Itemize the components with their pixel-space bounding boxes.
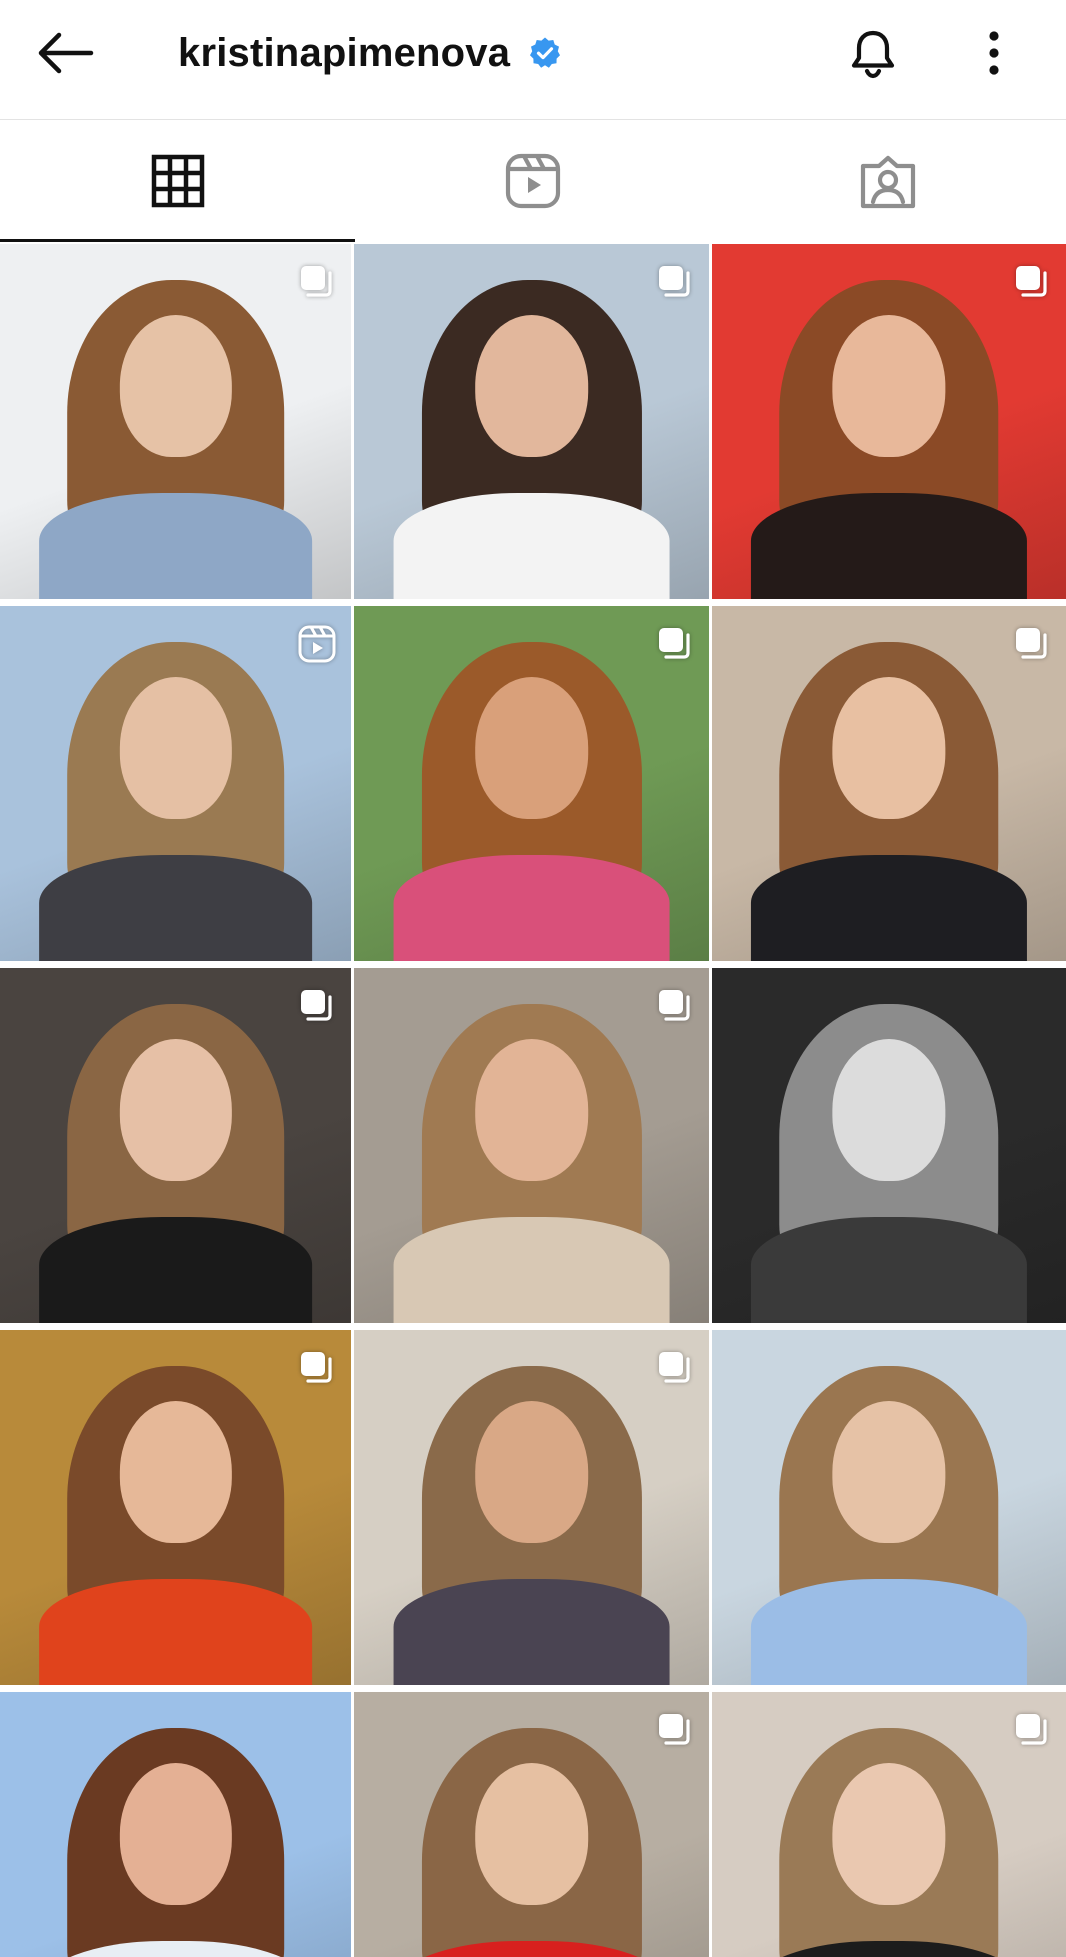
carousel-icon [301,1352,332,1383]
carousel-icon [1016,266,1047,297]
carousel-icon [659,266,690,297]
portrait-body [38,854,313,961]
carousel-badge [1012,262,1052,302]
carousel-badge [655,1710,695,1750]
tab-posts[interactable] [0,120,356,242]
carousel-icon [659,1352,690,1383]
post-thumbnail[interactable] [712,606,1066,961]
reel-icon [298,625,336,663]
carousel-icon [659,1714,690,1745]
more-vertical-icon [989,31,999,75]
reels-icon [505,153,561,209]
portrait-face [474,677,589,819]
posts-grid [0,244,1066,1957]
portrait-face [474,1039,589,1181]
portrait-face [832,315,946,457]
portrait-body [38,1578,313,1685]
carousel-badge [655,262,695,302]
post-image [712,1330,1066,1685]
portrait-face [474,1401,589,1543]
portrait-face [832,1401,946,1543]
post-thumbnail[interactable] [0,244,351,599]
post-thumbnail[interactable] [712,1692,1066,1957]
carousel-badge [655,986,695,1026]
portrait-body [750,1578,1028,1685]
portrait-face [119,677,232,819]
portrait-body [38,1216,313,1323]
arrow-left-icon [38,32,94,74]
carousel-badge [655,624,695,664]
portrait-face [832,1763,946,1905]
profile-tabs [0,120,1066,242]
portrait-face [119,1763,232,1905]
post-thumbnail[interactable] [0,1692,351,1957]
post-thumbnail[interactable] [712,1330,1066,1685]
portrait-face [119,1401,232,1543]
portrait-face [832,1039,946,1181]
carousel-badge [297,262,337,302]
carousel-icon [1016,628,1047,659]
reel-badge [297,624,337,664]
username-text: kristinapimenova [178,30,511,75]
bell-icon [851,30,895,79]
carousel-badge [1012,624,1052,664]
portrait-face [474,1763,589,1905]
carousel-icon [659,628,690,659]
portrait-body [393,492,670,599]
portrait-body [38,492,313,599]
post-thumbnail[interactable] [354,1330,709,1685]
portrait-face [832,677,946,819]
top-app-bar: kristinapimenova [0,0,1066,120]
portrait-body [750,854,1028,961]
portrait-face [119,1039,232,1181]
grid-icon [151,154,204,208]
more-options-button[interactable] [966,22,1022,84]
carousel-icon [301,266,332,297]
tab-tagged[interactable] [711,120,1066,242]
tab-reels[interactable] [355,120,710,242]
post-image [712,968,1066,1323]
portrait-body [393,1216,670,1323]
portrait-face [119,315,232,457]
portrait-face [474,315,589,457]
post-thumbnail[interactable] [354,244,709,599]
carousel-icon [659,990,690,1021]
post-thumbnail[interactable] [0,606,351,961]
carousel-badge [1012,1710,1052,1750]
carousel-badge [655,1348,695,1388]
profile-username: kristinapimenova [178,22,562,84]
notifications-button[interactable] [840,22,906,84]
portrait-body [393,854,670,961]
post-thumbnail[interactable] [0,1330,351,1685]
carousel-badge [297,986,337,1026]
carousel-icon [1016,1714,1047,1745]
post-thumbnail[interactable] [712,244,1066,599]
portrait-body [750,1216,1028,1323]
post-thumbnail[interactable] [712,968,1066,1323]
profile-screen: kristinapimenova [0,0,1066,1957]
tagged-icon [861,155,916,209]
carousel-icon [301,990,332,1021]
post-thumbnail[interactable] [354,968,709,1323]
carousel-badge [297,1348,337,1388]
portrait-body [393,1578,670,1685]
post-thumbnail[interactable] [0,968,351,1323]
post-image [0,1692,351,1957]
post-thumbnail[interactable] [354,606,709,961]
portrait-body [750,492,1028,599]
verified-badge-icon [528,36,562,70]
back-button[interactable] [30,22,100,84]
post-thumbnail[interactable] [354,1692,709,1957]
